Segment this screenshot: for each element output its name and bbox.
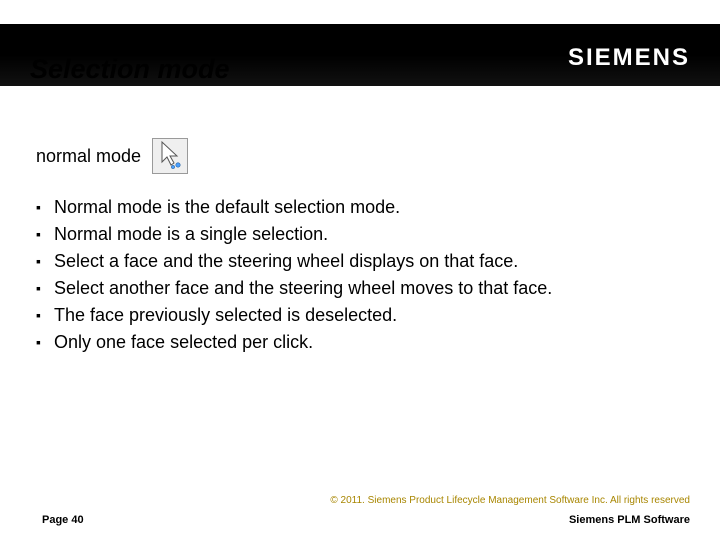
- page-number: Page 40: [42, 514, 84, 526]
- cursor-icon: [152, 138, 188, 174]
- bullet-list: Normal mode is the default selection mod…: [36, 194, 684, 356]
- footer-brand: Siemens PLM Software: [569, 514, 690, 526]
- section-label: normal mode: [36, 146, 141, 167]
- page-title: Selection mode: [30, 54, 230, 85]
- list-item: Normal mode is the default selection mod…: [36, 194, 684, 221]
- footer: © 2011. Siemens Product Lifecycle Manage…: [0, 484, 720, 540]
- copyright-text: © 2011. Siemens Product Lifecycle Manage…: [330, 495, 690, 506]
- slide-body: normal mode Normal mode is the default s…: [36, 138, 684, 356]
- list-item: Select a face and the steering wheel dis…: [36, 248, 684, 275]
- slide: Selection mode SIEMENS normal mode Norma…: [0, 0, 720, 540]
- list-item: Normal mode is a single selection.: [36, 221, 684, 248]
- list-item: Only one face selected per click.: [36, 329, 684, 356]
- list-item: Select another face and the steering whe…: [36, 275, 684, 302]
- brand-wordmark: SIEMENS: [568, 44, 690, 72]
- list-item: The face previously selected is deselect…: [36, 302, 684, 329]
